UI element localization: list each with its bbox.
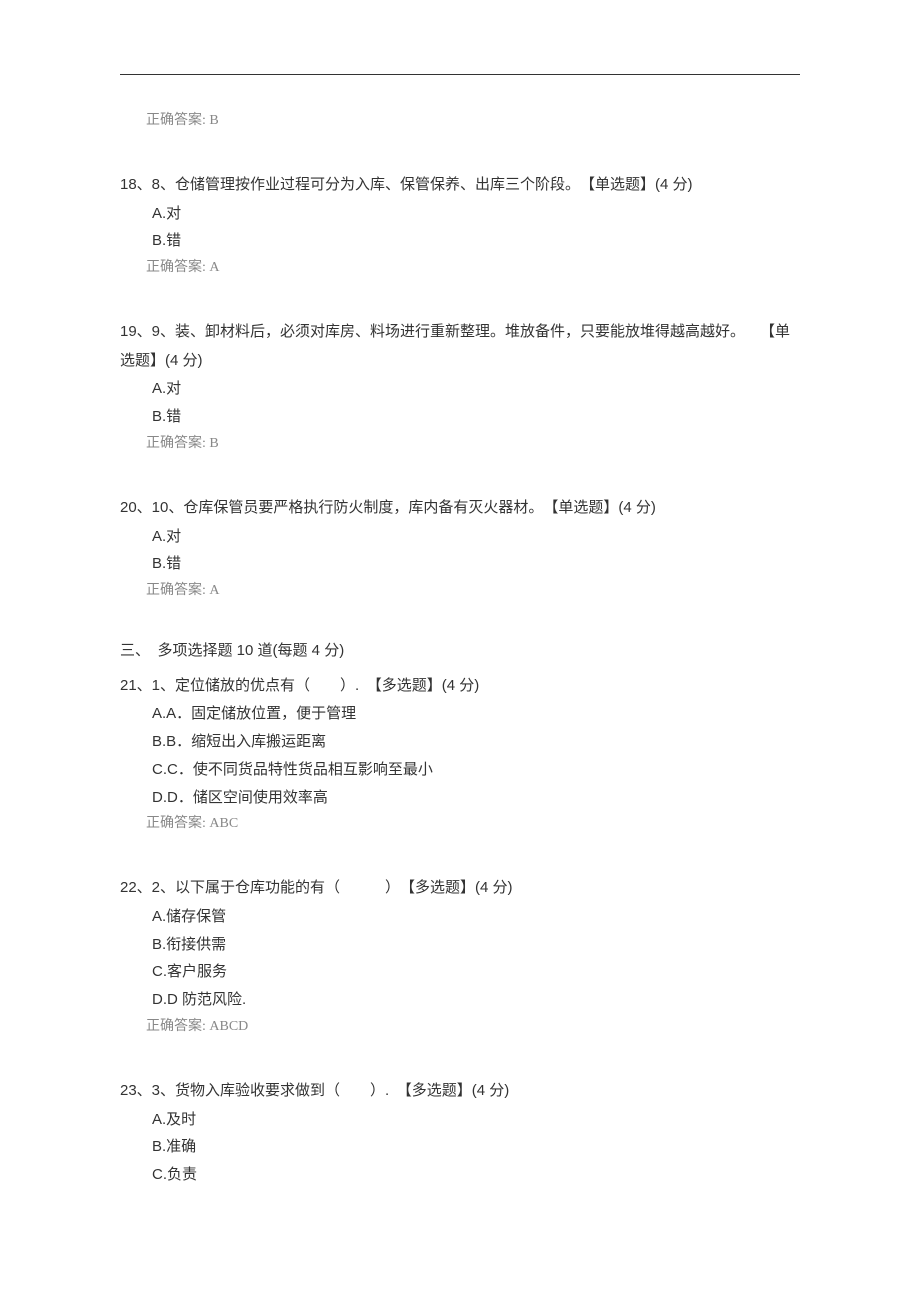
question-stem: 23、3、货物入库验收要求做到（ ）. 【多选题】(4 分): [120, 1077, 800, 1106]
option-c: C.负责: [152, 1161, 800, 1189]
top-answer: 正确答案: B: [146, 108, 800, 133]
question-20: 20、10、仓库保管员要严格执行防火制度，库内备有灭火器材。 【单选题】(4 分…: [120, 494, 800, 603]
answer-line: 正确答案: ABC: [146, 811, 800, 836]
option-b: B.B．缩短出入库搬运距离: [152, 728, 800, 756]
option-a: A.A．固定储放位置，便于管理: [152, 700, 800, 728]
answer-value: ABC: [209, 816, 238, 831]
answer-line: 正确答案: A: [146, 578, 800, 603]
section-header: 三、 多项选择题 10 道(每题 4 分): [120, 637, 800, 666]
question-stem: 22、2、以下属于仓库功能的有（ ） 【多选题】(4 分): [120, 874, 800, 903]
option-b: B.错: [152, 227, 800, 255]
question-22: 22、2、以下属于仓库功能的有（ ） 【多选题】(4 分) A.储存保管 B.衔…: [120, 874, 800, 1039]
answer-label: 正确答案:: [146, 816, 206, 831]
question-stem: 20、10、仓库保管员要严格执行防火制度，库内备有灭火器材。 【单选题】(4 分…: [120, 494, 800, 523]
answer-line: 正确答案: ABCD: [146, 1014, 800, 1039]
option-a: A.储存保管: [152, 903, 800, 931]
option-b: B.错: [152, 403, 800, 431]
answer-label: 正确答案:: [146, 113, 206, 128]
question-stem: 19、9、装、卸材料后，必须对库房、料场进行重新整理。堆放备件，只要能放堆得越高…: [120, 318, 800, 375]
document-content: 正确答案: B 18、8、仓储管理按作业过程可分为入库、保管保养、出库三个阶段。…: [120, 108, 800, 1189]
answer-value: A: [209, 260, 219, 275]
option-c: C.客户服务: [152, 958, 800, 986]
option-b: B.衔接供需: [152, 931, 800, 959]
question-stem: 21、1、定位储放的优点有（ ）. 【多选题】(4 分): [120, 672, 800, 701]
option-a: A.对: [152, 523, 800, 551]
answer-line: 正确答案: A: [146, 255, 800, 280]
answer-value: A: [209, 583, 219, 598]
option-a: A.对: [152, 200, 800, 228]
answer-label: 正确答案:: [146, 260, 206, 275]
question-19: 19、9、装、卸材料后，必须对库房、料场进行重新整理。堆放备件，只要能放堆得越高…: [120, 318, 800, 456]
answer-label: 正确答案:: [146, 583, 206, 598]
option-a: A.及时: [152, 1106, 800, 1134]
option-d: D.D．储区空间使用效率高: [152, 784, 800, 812]
answer-label: 正确答案:: [146, 1019, 206, 1034]
question-18: 18、8、仓储管理按作业过程可分为入库、保管保养、出库三个阶段。 【单选题】(4…: [120, 171, 800, 280]
answer-value: ABCD: [209, 1019, 248, 1034]
option-d: D.D 防范风险.: [152, 986, 800, 1014]
horizontal-rule: [120, 74, 800, 75]
question-23: 23、3、货物入库验收要求做到（ ）. 【多选题】(4 分) A.及时 B.准确…: [120, 1077, 800, 1189]
answer-value: B: [209, 436, 218, 451]
answer-line: 正确答案: B: [146, 431, 800, 456]
option-c: C.C．使不同货品特性货品相互影响至最小: [152, 756, 800, 784]
option-b: B.准确: [152, 1133, 800, 1161]
option-b: B.错: [152, 550, 800, 578]
option-a: A.对: [152, 375, 800, 403]
question-stem: 18、8、仓储管理按作业过程可分为入库、保管保养、出库三个阶段。 【单选题】(4…: [120, 171, 800, 200]
answer-label: 正确答案:: [146, 436, 206, 451]
answer-value: B: [209, 113, 218, 128]
question-21: 21、1、定位储放的优点有（ ）. 【多选题】(4 分) A.A．固定储放位置，…: [120, 672, 800, 837]
